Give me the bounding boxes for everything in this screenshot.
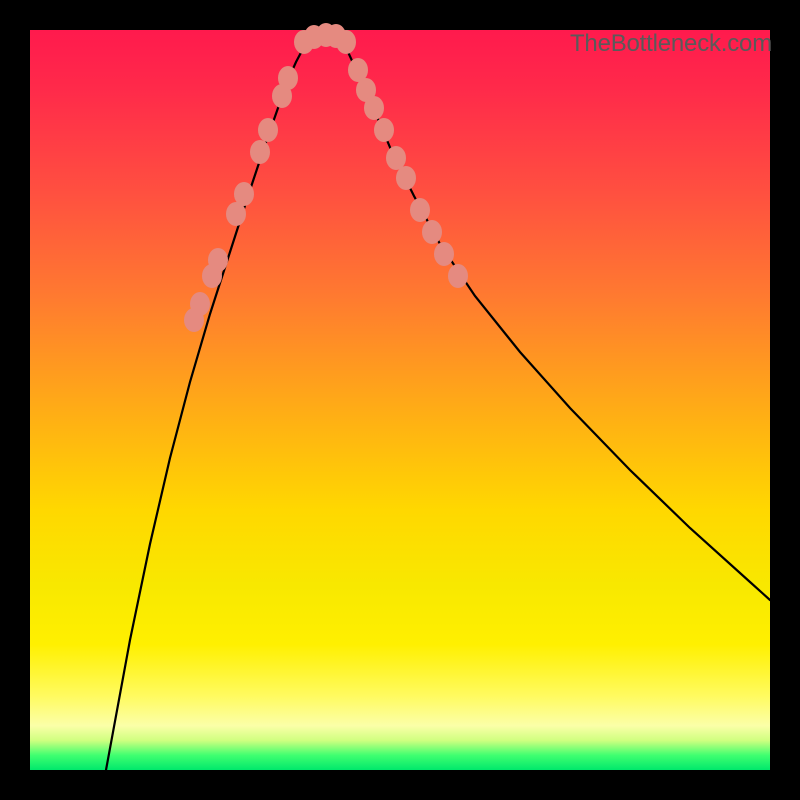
marker-group: [184, 23, 468, 332]
curve-right-curve: [338, 35, 770, 600]
marker-dot: [410, 198, 430, 222]
marker-dot: [278, 66, 298, 90]
marker-dot: [396, 166, 416, 190]
marker-dot: [422, 220, 442, 244]
marker-dot: [336, 30, 356, 54]
chart-frame: TheBottleneck.com: [0, 0, 800, 800]
marker-dot: [448, 264, 468, 288]
marker-dot: [234, 182, 254, 206]
chart-overlay: [30, 30, 770, 770]
marker-dot: [364, 96, 384, 120]
marker-dot: [190, 292, 210, 316]
marker-dot: [386, 146, 406, 170]
curve-left-curve: [106, 35, 312, 770]
marker-dot: [434, 242, 454, 266]
marker-dot: [258, 118, 278, 142]
marker-dot: [250, 140, 270, 164]
plot-area: TheBottleneck.com: [30, 30, 770, 770]
marker-dot: [374, 118, 394, 142]
marker-dot: [208, 248, 228, 272]
curve-group: [106, 35, 770, 770]
